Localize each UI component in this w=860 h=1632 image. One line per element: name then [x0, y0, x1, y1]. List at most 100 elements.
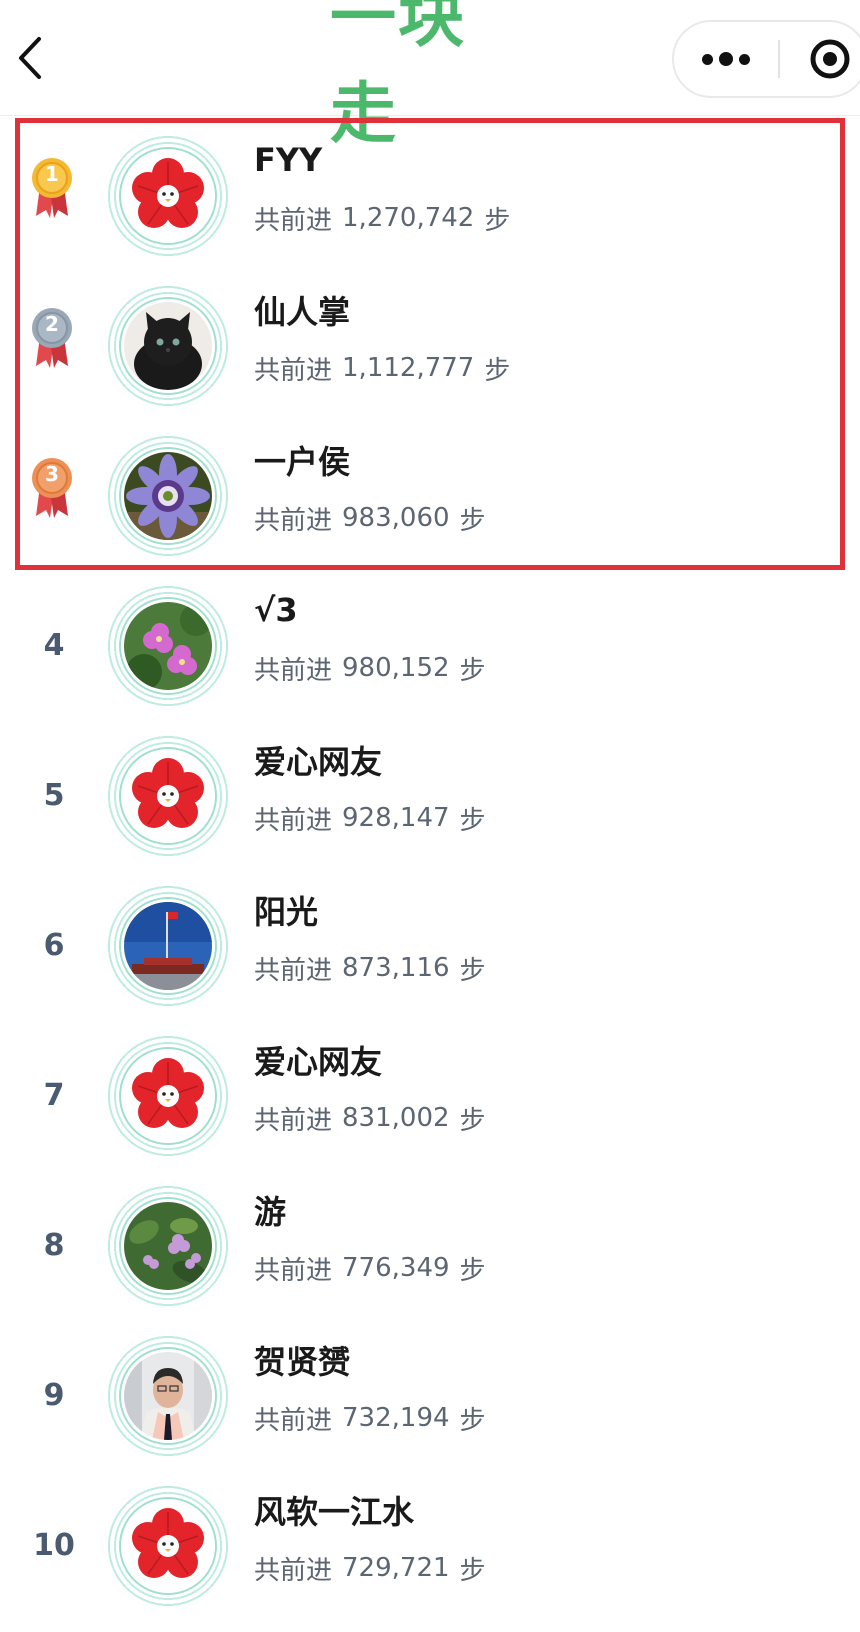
steps-value: 729,721 [342, 1553, 450, 1583]
bronze-medal-icon: 3 [28, 456, 76, 520]
steps-suffix: 步 [459, 655, 486, 686]
avatar[interactable] [104, 1332, 232, 1460]
steps-prefix: 共前进 [254, 355, 333, 386]
rank-number: 6 [43, 927, 65, 963]
steps-suffix: 步 [459, 1105, 486, 1136]
ranking-row[interactable]: 1 FYY 共前进 1,270,742 步 [0, 120, 860, 270]
user-name: 游 [254, 1193, 287, 1231]
tiananmen-photo-icon [124, 902, 212, 990]
ranking-row[interactable]: 3 一户侯 共前进 983,060 步 [0, 420, 860, 570]
medal-rank-number: 2 [45, 312, 59, 336]
step-count: 共前进 983,060 步 [254, 498, 486, 538]
step-count: 共前进 1,112,777 步 [254, 348, 510, 388]
rank-number: 8 [43, 1227, 65, 1263]
steps-prefix: 共前进 [254, 805, 333, 836]
steps-value: 1,270,742 [342, 203, 475, 233]
step-count: 共前进 732,194 步 [254, 1398, 486, 1438]
ranking-row[interactable]: 6 阳光 共前进 873,116 步 [0, 870, 860, 1020]
ranking-row[interactable]: 5 爱心网友 共前进 928,147 步 [0, 720, 860, 870]
red-flower-avatar-icon [124, 1502, 212, 1590]
avatar[interactable] [104, 1482, 232, 1610]
mini-program-capsule [672, 20, 860, 98]
steps-suffix: 步 [459, 955, 486, 986]
avatar[interactable] [104, 582, 232, 710]
avatar[interactable] [104, 882, 232, 1010]
pink-flowers-photo-icon [124, 602, 212, 690]
steps-prefix: 共前进 [254, 655, 333, 686]
user-name: 风软一江水 [254, 1493, 415, 1531]
more-dots-icon [699, 52, 753, 66]
purple-flowers-photo-icon [124, 1202, 212, 1290]
silver-medal-icon: 2 [28, 306, 76, 370]
steps-prefix: 共前进 [254, 205, 333, 236]
page-title: 一块走 [330, 0, 466, 152]
man-portrait-photo-icon [124, 1352, 212, 1440]
step-count: 共前进 776,349 步 [254, 1248, 486, 1288]
user-name: 贺贤赟 [254, 1343, 351, 1381]
steps-prefix: 共前进 [254, 505, 333, 536]
more-button[interactable] [674, 22, 778, 96]
user-name: √3 [254, 591, 298, 629]
steps-suffix: 步 [484, 205, 511, 236]
user-name: 一户侯 [254, 443, 351, 481]
avatar[interactable] [104, 282, 232, 410]
red-flower-avatar-icon [124, 1052, 212, 1140]
user-name: FYY [254, 141, 323, 179]
ranking-list: 1 FYY 共前进 1,270,742 步 2 仙人掌 共前进 1,112,77… [0, 120, 860, 1620]
passion-flower-photo-icon [124, 452, 212, 540]
avatar[interactable] [104, 1182, 232, 1310]
step-count: 共前进 1,270,742 步 [254, 198, 510, 238]
avatar[interactable] [104, 132, 232, 260]
steps-value: 732,194 [342, 1403, 450, 1433]
steps-value: 776,349 [342, 1253, 450, 1283]
steps-prefix: 共前进 [254, 1555, 333, 1586]
steps-value: 873,116 [342, 953, 450, 983]
ranking-row[interactable]: 7 爱心网友 共前进 831,002 步 [0, 1020, 860, 1170]
step-count: 共前进 873,116 步 [254, 948, 486, 988]
rank-number: 4 [43, 627, 65, 663]
avatar[interactable] [104, 1032, 232, 1160]
back-button[interactable] [0, 26, 60, 90]
steps-suffix: 步 [459, 805, 486, 836]
steps-value: 983,060 [342, 503, 450, 533]
user-name: 爱心网友 [254, 1043, 383, 1081]
steps-suffix: 步 [459, 1405, 486, 1436]
nav-bar: 一块走 [0, 0, 860, 152]
red-flower-avatar-icon [124, 152, 212, 240]
steps-prefix: 共前进 [254, 955, 333, 986]
step-count: 共前进 928,147 步 [254, 798, 486, 838]
medal-rank-number: 1 [45, 162, 59, 186]
close-button[interactable] [792, 22, 860, 96]
ranking-row[interactable]: 2 仙人掌 共前进 1,112,777 步 [0, 270, 860, 420]
avatar[interactable] [104, 732, 232, 860]
gold-medal-icon: 1 [28, 156, 76, 220]
step-count: 共前进 831,002 步 [254, 1098, 486, 1138]
user-name: 爱心网友 [254, 743, 383, 781]
ranking-row[interactable]: 9 贺贤赟 共前进 732,194 步 [0, 1320, 860, 1470]
rank-number: 10 [33, 1527, 75, 1563]
steps-value: 980,152 [342, 653, 450, 683]
steps-suffix: 步 [459, 1255, 486, 1286]
capsule-divider [778, 40, 780, 78]
steps-value: 928,147 [342, 803, 450, 833]
steps-value: 831,002 [342, 1103, 450, 1133]
steps-value: 1,112,777 [342, 353, 475, 383]
rank-number: 7 [43, 1077, 65, 1113]
user-name: 仙人掌 [254, 293, 351, 331]
ranking-row[interactable]: 8 游 共前进 776,349 步 [0, 1170, 860, 1320]
ranking-row[interactable]: 10 风软一江水 共前进 729,721 步 [0, 1470, 860, 1620]
steps-suffix: 步 [459, 1555, 486, 1586]
steps-suffix: 步 [484, 355, 511, 386]
record-target-icon [810, 39, 850, 79]
chevron-left-icon [19, 37, 41, 79]
ranking-row[interactable]: 4 √3 共前进 980,152 步 [0, 570, 860, 720]
rank-number: 9 [43, 1377, 65, 1413]
avatar[interactable] [104, 432, 232, 560]
rank-number: 5 [43, 777, 65, 813]
steps-prefix: 共前进 [254, 1405, 333, 1436]
steps-prefix: 共前进 [254, 1105, 333, 1136]
black-kitten-photo-icon [124, 302, 212, 390]
step-count: 共前进 980,152 步 [254, 648, 486, 688]
user-name: 阳光 [254, 893, 319, 931]
red-flower-avatar-icon [124, 752, 212, 840]
